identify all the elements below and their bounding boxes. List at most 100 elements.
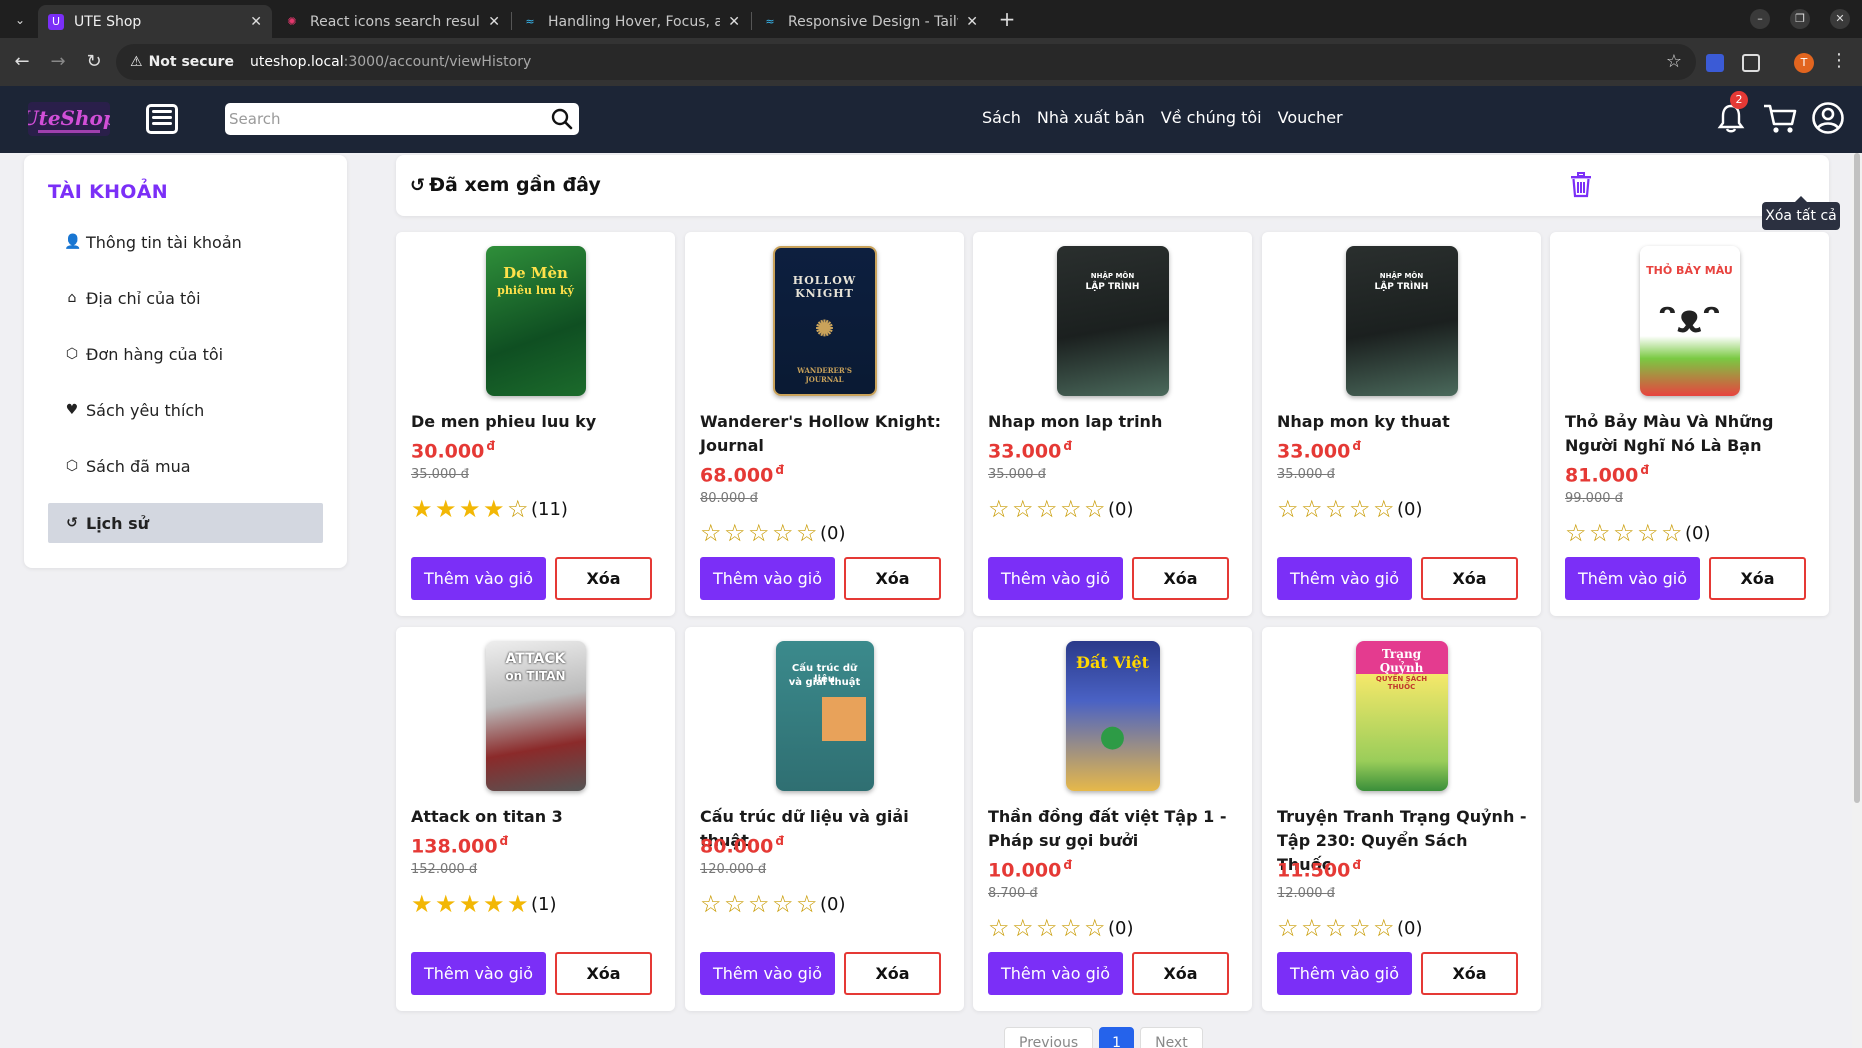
nav-books[interactable]: Sách xyxy=(982,108,1021,127)
tab-react-icons[interactable]: ✺ React icons search result ✕ xyxy=(274,5,510,38)
product-name[interactable]: Nhap mon ky thuat xyxy=(1277,410,1527,434)
nav-voucher[interactable]: Voucher xyxy=(1278,108,1343,127)
close-tab-icon[interactable]: ✕ xyxy=(728,14,740,30)
product-name[interactable]: De men phieu luu ky xyxy=(411,410,661,434)
product-old-price: 35.000 đ xyxy=(988,467,1046,482)
add-to-cart-button[interactable]: Thêm vào giỏ xyxy=(700,557,835,600)
product-card[interactable]: De Mèn phiêu lưu ký De men phieu luu ky … xyxy=(396,232,675,616)
new-tab-icon[interactable]: + xyxy=(994,6,1020,32)
security-status[interactable]: Not secure xyxy=(149,54,234,70)
box-icon: ⬡ xyxy=(65,458,79,474)
remove-button[interactable]: Xóa xyxy=(1421,952,1518,995)
product-name[interactable]: Attack on titan 3 xyxy=(411,805,661,829)
back-icon[interactable]: ← xyxy=(10,50,34,74)
add-to-cart-button[interactable]: Thêm vào giỏ xyxy=(411,952,546,995)
tab-search-chevron-icon[interactable]: ⌄ xyxy=(8,8,32,32)
reload-icon[interactable]: ↻ xyxy=(82,50,106,74)
clear-all-tooltip: Xóa tất cả xyxy=(1762,196,1840,230)
book-cover[interactable]: THỎ BẢY MÀU ᵔᴥᵔ xyxy=(1639,246,1740,396)
remove-button[interactable]: Xóa xyxy=(555,557,652,600)
notification-count-badge: 2 xyxy=(1730,91,1748,109)
cart-icon[interactable] xyxy=(1762,102,1798,136)
search-input[interactable] xyxy=(225,104,545,134)
remove-button[interactable]: Xóa xyxy=(844,952,941,995)
close-tab-icon[interactable]: ✕ xyxy=(250,14,262,30)
tab-handling-hover[interactable]: ≈ Handling Hover, Focus, a ✕ xyxy=(512,5,750,38)
rating-stars: ☆ ☆ ☆ ☆ ☆ (0) xyxy=(1277,914,1423,942)
add-to-cart-button[interactable]: Thêm vào giỏ xyxy=(1565,557,1700,600)
rating-stars: ☆ ☆ ☆ ☆ ☆ (0) xyxy=(988,914,1134,942)
scrollbar-thumb[interactable] xyxy=(1854,153,1860,803)
product-old-price: 12.000 đ xyxy=(1277,886,1335,901)
add-to-cart-button[interactable]: Thêm vào giỏ xyxy=(988,952,1123,995)
translate-extension-icon[interactable] xyxy=(1706,54,1724,72)
book-cover[interactable]: Trạng Quỷnh QUYỂN SÁCH THUỐC xyxy=(1355,641,1448,791)
account-icon[interactable] xyxy=(1811,101,1845,135)
remove-button[interactable]: Xóa xyxy=(1132,952,1229,995)
product-card[interactable]: Đất Việt ● Thần đồng đất việt Tập 1 - Ph… xyxy=(973,627,1252,1011)
add-to-cart-button[interactable]: Thêm vào giỏ xyxy=(988,557,1123,600)
sidebar-item-label: Địa chỉ của tôi xyxy=(86,288,201,308)
book-cover[interactable]: De Mèn phiêu lưu ký xyxy=(485,246,586,396)
add-to-cart-button[interactable]: Thêm vào giỏ xyxy=(1277,952,1412,995)
profile-avatar[interactable]: T xyxy=(1794,53,1814,73)
product-card[interactable]: NHẬP MÔN LẬP TRÌNH Nhap mon ky thuat 33.… xyxy=(1262,232,1541,616)
clear-all-trash-icon[interactable] xyxy=(1570,172,1592,198)
remove-button[interactable]: Xóa xyxy=(1709,557,1806,600)
forward-icon[interactable]: → xyxy=(46,50,70,74)
product-price: 10.000 đ xyxy=(988,858,1072,882)
page-scrollbar[interactable] xyxy=(1852,153,1862,1048)
remove-button[interactable]: Xóa xyxy=(1421,557,1518,600)
product-card[interactable]: ATTACK on TITAN Attack on titan 3 138.00… xyxy=(396,627,675,1011)
close-tab-icon[interactable]: ✕ xyxy=(488,14,500,30)
product-name[interactable]: Nhap mon lap trinh xyxy=(988,410,1238,434)
book-cover[interactable]: ATTACK on TITAN xyxy=(485,641,586,791)
search-icon[interactable] xyxy=(545,104,579,134)
extensions-puzzle-icon[interactable] xyxy=(1742,54,1760,72)
user-icon: 👤 xyxy=(64,234,82,250)
rating-stars: ☆ ☆ ☆ ☆ ☆ (0) xyxy=(1277,495,1423,523)
page-1-button[interactable]: 1 xyxy=(1099,1027,1135,1048)
add-to-cart-button[interactable]: Thêm vào giỏ xyxy=(411,557,546,600)
product-name[interactable]: Wanderer's Hollow Knight: Journal xyxy=(700,410,950,458)
sidebar-item-account-info[interactable]: 👤 Thông tin tài khoản xyxy=(48,222,323,262)
tab-responsive-design[interactable]: ≈ Responsive Design - Tailw ✕ xyxy=(752,5,988,38)
sidebar-item-purchased[interactable]: ⬡ Sách đã mua xyxy=(48,446,323,486)
product-card[interactable]: Cấu trúc dữ liệu và giải thuật Cấu trúc … xyxy=(685,627,964,1011)
book-cover[interactable]: Đất Việt ● xyxy=(1065,641,1160,791)
sidebar-item-addresses[interactable]: ⌂ Địa chỉ của tôi xyxy=(48,278,323,318)
bookmark-star-icon[interactable]: ☆ xyxy=(1666,51,1682,72)
book-cover[interactable]: NHẬP MÔN LẬP TRÌNH xyxy=(1056,246,1169,396)
ute-shop-logo[interactable]: UteShop xyxy=(28,100,110,140)
remove-button[interactable]: Xóa xyxy=(1132,557,1229,600)
close-window-icon[interactable]: ✕ xyxy=(1830,9,1850,29)
add-to-cart-button[interactable]: Thêm vào giỏ xyxy=(700,952,835,995)
close-tab-icon[interactable]: ✕ xyxy=(966,14,978,30)
sidebar-item-favorites[interactable]: ♥ Sách yêu thích xyxy=(48,390,323,430)
book-cover[interactable]: Cấu trúc dữ liệu và giải thuật xyxy=(775,641,874,791)
product-card[interactable]: Trạng Quỷnh QUYỂN SÁCH THUỐC Truyện Tran… xyxy=(1262,627,1541,1011)
product-name[interactable]: Thỏ Bảy Màu Và Những Người Nghĩ Nó Là Bạ… xyxy=(1565,410,1815,458)
next-page-button[interactable]: Next xyxy=(1140,1027,1203,1048)
category-menu-icon[interactable] xyxy=(146,104,178,134)
remove-button[interactable]: Xóa xyxy=(844,557,941,600)
browser-menu-icon[interactable]: ⋮ xyxy=(1830,50,1848,71)
product-card[interactable]: THỎ BẢY MÀU ᵔᴥᵔ Thỏ Bảy Màu Và Những Ngư… xyxy=(1550,232,1829,616)
sidebar-item-orders[interactable]: ⬡ Đơn hàng của tôi xyxy=(48,334,323,374)
nav-publishers[interactable]: Nhà xuất bản xyxy=(1037,108,1145,127)
previous-page-button[interactable]: Previous xyxy=(1004,1027,1094,1048)
add-to-cart-button[interactable]: Thêm vào giỏ xyxy=(1277,557,1412,600)
product-card[interactable]: NHẬP MÔN LẬP TRÌNH Nhap mon lap trinh 33… xyxy=(973,232,1252,616)
product-card[interactable]: HOLLOW KNIGHT ✺ WANDERER'S JOURNAL Wande… xyxy=(685,232,964,616)
nav-about[interactable]: Về chúng tôi xyxy=(1161,108,1262,127)
product-price: 138.000 đ xyxy=(411,834,509,858)
address-bar[interactable]: ⚠ Not secure uteshop.local:3000/account/… xyxy=(116,44,1696,80)
remove-button[interactable]: Xóa xyxy=(555,952,652,995)
minimize-icon[interactable]: – xyxy=(1750,9,1770,29)
book-cover[interactable]: HOLLOW KNIGHT ✺ WANDERER'S JOURNAL xyxy=(772,246,877,396)
tab-ute-shop[interactable]: U UTE Shop ✕ xyxy=(38,5,272,38)
book-cover[interactable]: NHẬP MÔN LẬP TRÌNH xyxy=(1345,246,1458,396)
sidebar-item-history[interactable]: ↺ Lịch sử xyxy=(48,503,323,543)
product-name[interactable]: Thần đồng đất việt Tập 1 - Pháp sư gọi b… xyxy=(988,805,1238,853)
maximize-icon[interactable]: ❐ xyxy=(1790,9,1810,29)
